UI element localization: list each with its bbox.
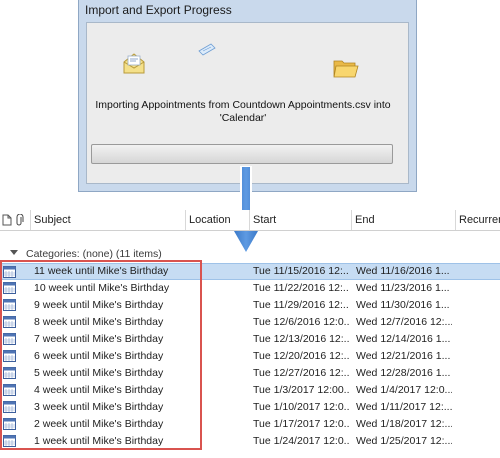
table-row[interactable]: 8 week until Mike's Birthday Tue 12/6/20… [0, 314, 500, 331]
table-row[interactable]: 6 week until Mike's Birthday Tue 12/20/2… [0, 348, 500, 365]
row-end: Wed 11/16/2016 1... [356, 265, 450, 277]
table-row[interactable]: 11 week until Mike's Birthday Tue 11/15/… [0, 263, 500, 280]
dialog-title: Import and Export Progress [85, 3, 232, 17]
collapse-triangle-icon[interactable] [10, 250, 18, 255]
row-end: Wed 12/21/2016 1... [356, 350, 451, 362]
calendar-icon [3, 282, 16, 294]
calendar-icon [3, 266, 16, 278]
flying-page-icon [198, 43, 216, 56]
dialog-body: Importing Appointments from Countdown Ap… [86, 22, 409, 184]
row-subject: 11 week until Mike's Birthday [34, 265, 169, 277]
row-subject: 1 week until Mike's Birthday [34, 435, 164, 447]
calendar-icon [3, 401, 16, 413]
calendar-icon [3, 367, 16, 379]
row-start: Tue 11/15/2016 12:... [253, 265, 349, 277]
calendar-icon [3, 418, 16, 430]
calendar-icon [3, 350, 16, 362]
paperclip-icon[interactable] [15, 213, 25, 226]
column-header-subject[interactable]: Subject [31, 210, 186, 230]
row-end: Wed 1/4/2017 12:0... [356, 384, 452, 396]
row-start: Tue 12/6/2016 12:0... [253, 316, 349, 328]
calendar-icon [3, 435, 16, 447]
row-start: Tue 1/10/2017 12:0... [253, 401, 349, 413]
category-group-header[interactable]: Categories: (none) (11 items) [0, 246, 500, 262]
import-export-progress-dialog: Import and Export Progress Importing App… [78, 0, 417, 192]
row-subject: 5 week until Mike's Birthday [34, 367, 164, 379]
row-subject: 6 week until Mike's Birthday [34, 350, 164, 362]
row-end: Wed 12/28/2016 1... [356, 367, 451, 379]
table-row[interactable]: 3 week until Mike's Birthday Tue 1/10/20… [0, 399, 500, 416]
table-row[interactable]: 4 week until Mike's Birthday Tue 1/3/201… [0, 382, 500, 399]
table-row[interactable]: 10 week until Mike's Birthday Tue 11/22/… [0, 280, 500, 297]
row-subject: 8 week until Mike's Birthday [34, 316, 164, 328]
table-row[interactable]: 2 week until Mike's Birthday Tue 1/17/20… [0, 416, 500, 433]
header-icon-columns [0, 210, 31, 230]
row-start: Tue 12/20/2016 12:... [253, 350, 349, 362]
document-icon[interactable] [2, 214, 12, 226]
import-progress-bar [91, 144, 393, 164]
calendar-list-header: Subject Location Start End Recurren [0, 210, 500, 231]
envelope-icon [123, 53, 145, 74]
table-row[interactable]: 9 week until Mike's Birthday Tue 11/29/2… [0, 297, 500, 314]
status-line-2: 'Calendar' [219, 112, 267, 124]
column-header-start[interactable]: Start [250, 210, 352, 230]
row-start: Tue 1/24/2017 12:0... [253, 435, 349, 447]
row-start: Tue 1/3/2017 12:00... [253, 384, 349, 396]
group-label: Categories: (none) (11 items) [26, 248, 162, 260]
row-end: Wed 1/25/2017 12:... [356, 435, 452, 447]
row-start: Tue 11/22/2016 12:... [253, 282, 349, 294]
row-end: Wed 11/23/2016 1... [356, 282, 450, 294]
row-start: Tue 12/27/2016 12:... [253, 367, 349, 379]
column-header-recurrence[interactable]: Recurren [456, 210, 500, 230]
table-row[interactable]: 5 week until Mike's Birthday Tue 12/27/2… [0, 365, 500, 382]
row-subject: 9 week until Mike's Birthday [34, 299, 164, 311]
row-subject: 10 week until Mike's Birthday [34, 282, 170, 294]
calendar-icon [3, 333, 16, 345]
column-header-location[interactable]: Location [186, 210, 250, 230]
calendar-icon [3, 384, 16, 396]
row-end: Wed 11/30/2016 1... [356, 299, 450, 311]
folder-icon [333, 60, 359, 78]
import-status-text: Importing Appointments from Countdown Ap… [93, 99, 393, 125]
row-end: Wed 12/14/2016 1... [356, 333, 451, 345]
column-header-end[interactable]: End [352, 210, 456, 230]
row-subject: 4 week until Mike's Birthday [34, 384, 164, 396]
row-subject: 7 week until Mike's Birthday [34, 333, 164, 345]
row-start: Tue 11/29/2016 12:... [253, 299, 349, 311]
row-subject: 3 week until Mike's Birthday [34, 401, 164, 413]
table-row[interactable]: 7 week until Mike's Birthday Tue 12/13/2… [0, 331, 500, 348]
row-subject: 2 week until Mike's Birthday [34, 418, 164, 430]
row-end: Wed 1/18/2017 12:... [356, 418, 452, 430]
calendar-icon [3, 299, 16, 311]
row-start: Tue 12/13/2016 12:... [253, 333, 349, 345]
appointment-list: 11 week until Mike's Birthday Tue 11/15/… [0, 263, 500, 450]
calendar-icon [3, 316, 16, 328]
row-start: Tue 1/17/2017 12:0... [253, 418, 349, 430]
row-end: Wed 1/11/2017 12:... [356, 401, 452, 413]
table-row[interactable]: 1 week until Mike's Birthday Tue 1/24/20… [0, 433, 500, 450]
row-end: Wed 12/7/2016 12:... [356, 316, 452, 328]
status-line-1: Importing Appointments from Countdown Ap… [95, 99, 391, 111]
